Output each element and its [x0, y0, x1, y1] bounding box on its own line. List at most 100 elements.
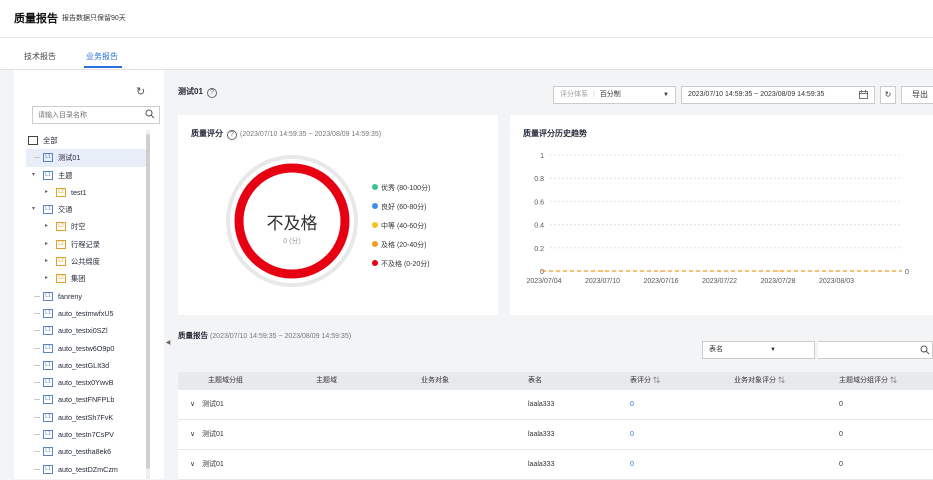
level-badge-icon: L1: [43, 326, 53, 336]
quality-score-card: 质量评分? (2023/07/10 14:59:35 ~ 2023/08/09 1…: [178, 115, 498, 315]
table-filter-select[interactable]: 表名 ▼: [702, 341, 815, 359]
legend-dot: [372, 241, 378, 247]
tree-item[interactable]: ▸ L2 集团: [26, 270, 148, 287]
sort-icon[interactable]: ⇅: [653, 377, 660, 384]
chevron-right-icon[interactable]: ▸: [45, 270, 48, 287]
tree-item-label: fanreny: [58, 291, 82, 301]
tree-item[interactable]: L1 auto_testxi0SZl: [26, 322, 148, 339]
tree-item[interactable]: ▸ L2 公共绵度: [26, 253, 148, 270]
y-tick-label: 0: [540, 269, 544, 276]
export-button[interactable]: 导出: [901, 86, 933, 104]
table-row[interactable]: ∨ 测试01 laala333 0 0: [178, 390, 933, 420]
active-tab-indicator: [84, 66, 122, 68]
sidebar-scrollbar[interactable]: [146, 130, 150, 479]
level-badge-icon: L1: [43, 308, 53, 318]
score-value: 0 (分): [283, 238, 301, 245]
tree-item[interactable]: L1 测试01: [26, 149, 148, 167]
chevron-right-icon[interactable]: ▸: [45, 184, 48, 201]
catalog-sidebar: ↻ 全部 L1 测试01 ▾ L1 主题 ▸ L2 test1 ▾ L1 交通 ▸ L2 时空 ▸ L2 行程记录…: [14, 70, 164, 479]
help-icon[interactable]: ?: [227, 130, 237, 140]
tree-item[interactable]: L1 auto_testGLIt3d: [26, 357, 148, 374]
tree-item[interactable]: ▾ L1 主题: [26, 167, 148, 184]
cell-table: laala333: [528, 431, 555, 438]
sort-icon[interactable]: ⇅: [890, 377, 897, 384]
rating-system-select[interactable]: 评分体系 | 百分制 ▼: [553, 86, 676, 104]
cell-table-score[interactable]: 0: [630, 420, 634, 450]
chevron-right-icon[interactable]: ▸: [45, 236, 48, 253]
refresh-button[interactable]: ↻: [880, 86, 896, 104]
table-filter-input[interactable]: [818, 341, 933, 359]
tree-item[interactable]: L1 auto_testx0YwvB: [26, 374, 148, 391]
date-range-picker[interactable]: 2023/07/10 14:59:35 ~ 2023/08/09 14:59:3…: [681, 86, 875, 104]
col-object-score[interactable]: 业务对象评分 ⇅: [734, 372, 785, 390]
tree-item[interactable]: L1 auto_testw6O9p0: [26, 340, 148, 357]
legend-item: 及格 (20-40分): [372, 240, 430, 259]
chevron-down-icon[interactable]: ▾: [32, 167, 35, 184]
y-tick-label: 0.4: [534, 223, 544, 230]
col-group-score[interactable]: 主题域分组评分 ⇅: [839, 372, 897, 390]
expand-chevron-icon[interactable]: ∨: [190, 390, 195, 420]
search-icon[interactable]: [920, 345, 930, 355]
tree-item[interactable]: L1 auto_testSh7FvK: [26, 409, 148, 426]
x-tick-label: 2023/07/28: [760, 278, 795, 285]
trend-chart: 1 0.8 0.6 0.4 0.2 0 2023/07/04 2023/07/10 2023/0…: [526, 153, 909, 285]
table-row[interactable]: ∨ 测试01 laala333 0 0: [178, 420, 933, 450]
chevron-right-icon[interactable]: ▸: [45, 253, 48, 270]
tree-item-label: 全部: [43, 136, 58, 145]
level-badge-icon: L2: [56, 239, 66, 249]
level-badge-icon: L2: [56, 187, 66, 197]
cell-group: 测试01: [202, 401, 224, 408]
report-range: (2023/07/10 14:59:35 ~ 2023/08/09 14:59:…: [209, 333, 352, 340]
tab-tech-report[interactable]: 技术报告: [24, 51, 56, 62]
col-table-score-label: 表评分: [630, 377, 651, 384]
cell-table-score[interactable]: 0: [630, 390, 634, 420]
tree-connector: [34, 382, 40, 384]
tree-item-label: 集团: [71, 274, 86, 284]
search-icon[interactable]: [145, 109, 155, 119]
catalog-search-input[interactable]: [33, 107, 141, 123]
tree-connector: [34, 347, 40, 349]
level-badge-icon: L1: [43, 360, 53, 370]
tree-item[interactable]: L1 auto_testn7CsPV: [26, 426, 148, 443]
tree-item[interactable]: ▸ L2 时空: [26, 218, 148, 235]
table-row[interactable]: ∨ 测试01 laala333 0 0: [178, 450, 933, 480]
chevron-right-icon[interactable]: ▸: [45, 218, 48, 235]
level-badge-icon: L2: [56, 222, 66, 232]
tree-item[interactable]: 全部: [26, 132, 148, 149]
scrollbar-thumb[interactable]: [146, 134, 150, 469]
sort-icon[interactable]: ⇅: [778, 377, 785, 384]
refresh-icon: ↻: [884, 90, 892, 99]
catalog-search: [32, 106, 160, 124]
cell-table-score[interactable]: 0: [630, 450, 634, 480]
cell-group: 测试01: [202, 431, 224, 438]
refresh-icon[interactable]: ↻: [136, 85, 145, 98]
tree-item[interactable]: ▸ L2 test1: [26, 184, 148, 201]
series-end-label: 0: [905, 269, 909, 276]
col-table-score[interactable]: 表评分 ⇅: [630, 372, 660, 390]
expand-chevron-icon[interactable]: ∨: [190, 450, 195, 480]
legend-item: 优秀 (80-100分): [372, 183, 430, 202]
legend-label: 中等 (40-60分): [381, 223, 427, 230]
collapse-sidebar-icon[interactable]: ◀: [164, 332, 172, 354]
x-tick-label: 2023/07/16: [643, 278, 678, 285]
tree-item-label: auto_testGLIt3d: [58, 360, 110, 370]
data-point: [543, 270, 545, 272]
col-subject-domain: 主题域: [316, 377, 337, 384]
cell-table: laala333: [528, 401, 555, 408]
tab-business-report[interactable]: 业务报告: [86, 51, 118, 62]
chevron-down-icon[interactable]: ▾: [32, 201, 35, 218]
rating-system-value: 百分制: [599, 91, 621, 98]
expand-chevron-icon[interactable]: ∨: [190, 420, 195, 450]
help-icon[interactable]: ?: [206, 88, 217, 98]
tree-item-label: 时空: [71, 222, 86, 232]
tree-item[interactable]: L1 auto_testmwfxU5: [26, 305, 148, 322]
tree-item[interactable]: L1 fanreny: [26, 288, 148, 305]
cell-group-score: 0: [839, 461, 843, 468]
y-tick-label: 0.8: [534, 176, 544, 183]
tree-item[interactable]: L1 auto_testFNFPLb: [26, 391, 148, 408]
tree-item[interactable]: L1 auto_testha8ek6: [26, 443, 148, 460]
tree-item[interactable]: L1 auto_testDZmCzm: [26, 461, 148, 478]
tree-item[interactable]: ▾ L1 交通: [26, 201, 148, 218]
tree-item[interactable]: ▸ L2 行程记录: [26, 236, 148, 253]
level-badge-icon: L1: [43, 464, 53, 474]
